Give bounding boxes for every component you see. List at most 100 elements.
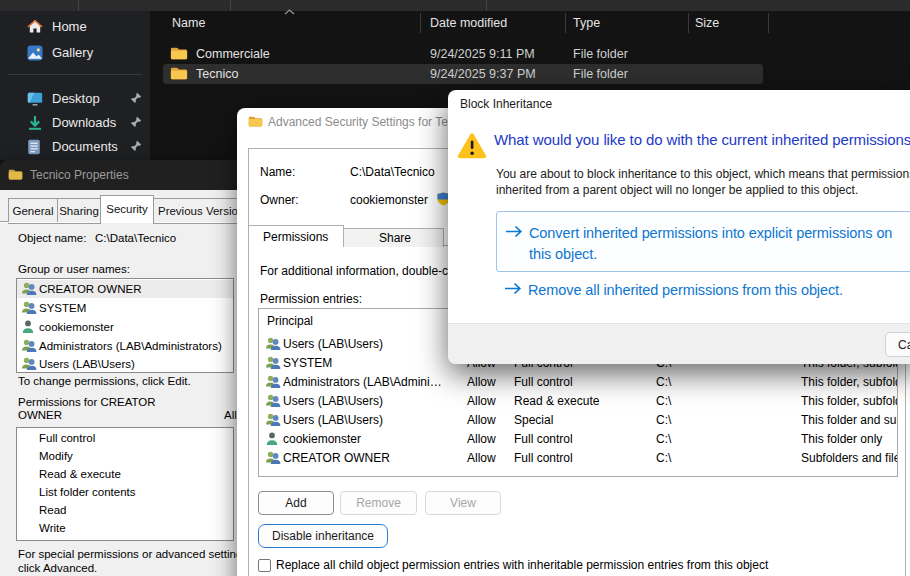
column-header-name[interactable]: Name xyxy=(172,16,205,30)
folder-icon xyxy=(170,66,188,81)
file-date-modified: 9/24/2025 9:11 PM xyxy=(430,47,535,61)
permission-item[interactable]: Modify xyxy=(39,450,73,462)
group-icon xyxy=(265,394,281,407)
group-icon xyxy=(21,357,37,370)
cell-principal: CREATOR OWNER xyxy=(283,451,390,465)
replace-permissions-checkbox[interactable] xyxy=(258,559,271,572)
column-header-date-modified[interactable]: Date modified xyxy=(430,16,507,30)
downloads-icon xyxy=(27,115,43,131)
documents-icon xyxy=(27,139,41,155)
table-header-principal[interactable]: Principal xyxy=(267,314,313,328)
advanced-hint-line2: click Advanced. xyxy=(18,562,97,574)
folder-icon xyxy=(170,46,188,61)
gallery-icon xyxy=(27,45,43,61)
block-dialog-title: Block Inheritance xyxy=(460,97,552,111)
convert-permissions-option[interactable]: Convert inherited permissions into expli… xyxy=(496,211,910,272)
group-item-system[interactable]: SYSTEM xyxy=(17,299,233,317)
remove-button[interactable]: Remove xyxy=(340,491,417,515)
sidebar-divider xyxy=(8,74,142,75)
group-icon xyxy=(265,337,281,350)
user-icon xyxy=(22,320,34,333)
disable-inheritance-button[interactable]: Disable inheritance xyxy=(258,524,388,548)
advanced-dialog-title: Advanced Security Settings for Tecnico xyxy=(268,115,476,129)
permission-item[interactable]: Full control xyxy=(39,432,95,444)
file-date-modified: 9/24/2025 9:37 PM xyxy=(430,67,536,81)
edit-hint: To change permissions, click Edit. xyxy=(18,375,191,387)
cell-principal: Administrators (LAB\Administrators) xyxy=(283,375,443,389)
block-dialog-heading: What would you like to do with the curre… xyxy=(494,131,910,148)
cell-type: Allow xyxy=(467,413,496,427)
owner-value: cookiemonster xyxy=(350,193,428,207)
file-row-tecnico[interactable]: Tecnico 9/24/2025 9:37 PM File folder xyxy=(150,64,770,85)
explorer-top-strip xyxy=(0,0,910,11)
permission-item[interactable]: Write xyxy=(39,522,66,534)
group-item-users[interactable]: Users (LAB\Users) xyxy=(17,356,233,373)
advanced-hint-line1: For special permissions or advanced sett… xyxy=(18,548,240,560)
cell-access: Special xyxy=(514,413,553,427)
name-label: Name: xyxy=(260,165,295,179)
block-dialog-footer: Cancel xyxy=(448,323,910,364)
replace-permissions-label: Replace all child object permission entr… xyxy=(276,558,768,572)
sidebar-item-label: Gallery xyxy=(52,45,93,60)
cell-type: Allow xyxy=(467,375,496,389)
permission-item[interactable]: Special permissions xyxy=(39,540,141,541)
cancel-button[interactable]: Cancel xyxy=(885,332,910,357)
table-row[interactable]: Users (LAB\Users) Allow Special C:\ This… xyxy=(259,410,898,429)
add-button[interactable]: Add xyxy=(258,491,334,515)
cell-principal: Users (LAB\Users) xyxy=(283,413,383,427)
pin-icon xyxy=(130,116,142,128)
group-item-administrators[interactable]: Administrators (LAB\Administrators) xyxy=(17,337,233,355)
sidebar-item-home[interactable]: Home xyxy=(0,16,150,38)
properties-titlebar: Tecnico Properties xyxy=(0,160,240,190)
tab-security[interactable]: Security xyxy=(100,195,154,223)
cell-type: Allow xyxy=(467,451,496,465)
block-inheritance-dialog: Block Inheritance What would you like to… xyxy=(448,90,910,364)
arrow-right-icon xyxy=(504,282,522,295)
desktop-icon xyxy=(27,92,43,106)
cell-inherited-from: C:\ xyxy=(656,451,671,465)
table-row[interactable]: Administrators (LAB\Administrators) Allo… xyxy=(259,372,898,391)
folder-icon xyxy=(8,168,23,181)
properties-title: Tecnico Properties xyxy=(30,168,129,182)
cell-principal: SYSTEM xyxy=(283,356,332,370)
sidebar-item-documents[interactable]: Documents xyxy=(0,136,150,158)
table-row[interactable]: CREATOR OWNER Allow Full control C:\ Sub… xyxy=(259,448,898,467)
cell-access: Full control xyxy=(514,432,573,446)
tab-sharing[interactable]: Sharing xyxy=(57,198,101,224)
tab-general[interactable]: General xyxy=(8,198,58,224)
file-row-commerciale[interactable]: Commerciale 9/24/2025 9:11 PM File folde… xyxy=(150,43,770,64)
pin-icon xyxy=(130,92,142,104)
home-icon xyxy=(27,19,43,34)
object-name-value: C:\Data\Tecnico xyxy=(95,232,176,244)
remove-permissions-option[interactable]: Remove all inherited permissions from th… xyxy=(496,279,910,303)
cell-access: Full control xyxy=(514,375,573,389)
owner-label: Owner: xyxy=(260,193,299,207)
cell-inherited-from: C:\ xyxy=(656,432,671,446)
name-value: C:\Data\Tecnico xyxy=(350,165,435,179)
table-row[interactable]: Users (LAB\Users) Allow Read & execute C… xyxy=(259,391,898,410)
group-item-cookiemonster[interactable]: cookiemonster xyxy=(17,318,233,336)
sidebar-item-downloads[interactable]: Downloads xyxy=(0,112,150,134)
cell-type: Allow xyxy=(467,432,496,446)
sidebar-item-gallery[interactable]: Gallery xyxy=(0,42,150,64)
column-header-type[interactable]: Type xyxy=(573,16,600,30)
object-name-label: Object name: xyxy=(18,232,86,244)
desktop-screen: Home Gallery Desktop Downloads xyxy=(0,0,910,576)
user-icon xyxy=(266,432,278,445)
tab-share[interactable]: Share xyxy=(342,228,444,247)
column-header-size[interactable]: Size xyxy=(695,16,719,30)
table-row[interactable]: cookiemonster Allow Full control C:\ Thi… xyxy=(259,429,898,448)
permission-item[interactable]: Read xyxy=(39,504,67,516)
permission-item[interactable]: Read & execute xyxy=(39,468,121,480)
cell-access: Full control xyxy=(514,451,573,465)
tab-permissions[interactable]: Permissions xyxy=(248,225,344,247)
view-button[interactable]: View xyxy=(425,491,501,515)
group-item-creator-owner[interactable]: CREATOR OWNER xyxy=(17,280,233,298)
sidebar-item-desktop[interactable]: Desktop xyxy=(0,88,150,110)
tab-previous-versions[interactable]: Previous Versions xyxy=(153,198,240,224)
cell-access: Read & execute xyxy=(514,394,599,408)
file-type: File folder xyxy=(573,47,628,61)
cell-inherited-from: C:\ xyxy=(656,413,671,427)
cell-inherited-from: C:\ xyxy=(656,375,671,389)
permission-item[interactable]: List folder contents xyxy=(39,486,136,498)
